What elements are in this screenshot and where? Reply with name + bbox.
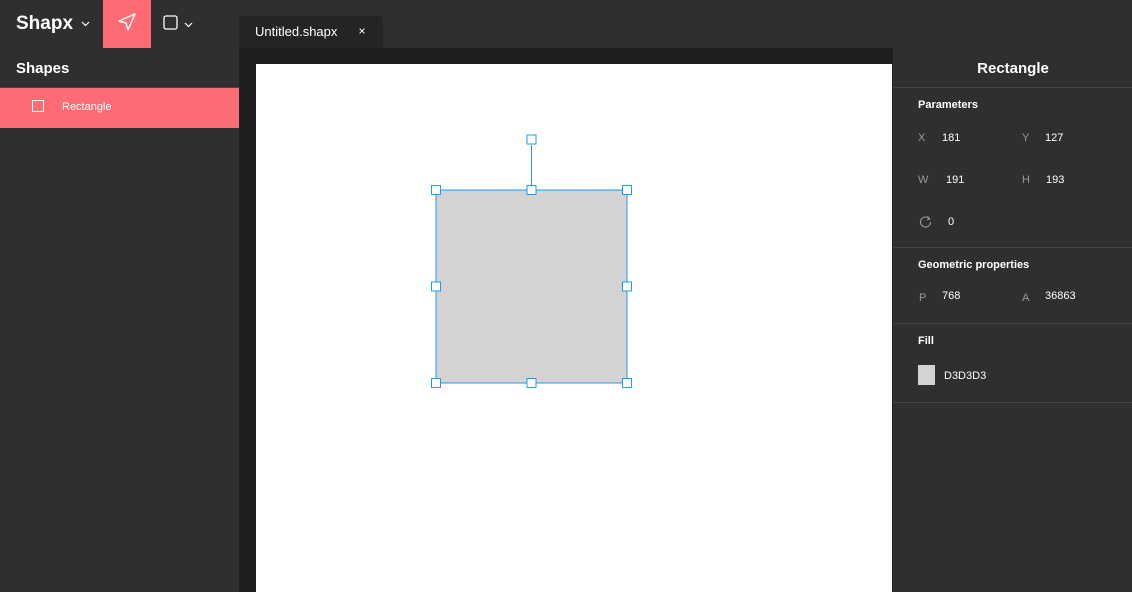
- chevron-down-icon: [184, 22, 193, 28]
- rotate-icon: [919, 215, 932, 233]
- area-value: 36863: [1045, 290, 1076, 302]
- tab-label: Untitled.shapx: [255, 24, 338, 39]
- square-icon: [32, 100, 44, 112]
- resize-handle-ne[interactable]: [622, 185, 632, 195]
- resize-handle-nw[interactable]: [431, 185, 441, 195]
- square-icon: [163, 15, 178, 35]
- resize-handle-n[interactable]: [526, 185, 537, 195]
- rotation-handle[interactable]: [526, 134, 537, 145]
- resize-handle-s[interactable]: [526, 378, 537, 388]
- properties-panel: Rectangle Parameters X 181 Y 127 W 191 H…: [892, 48, 1132, 592]
- shape-list-item[interactable]: Rectangle: [0, 88, 239, 128]
- area-label: A: [1022, 292, 1030, 304]
- canvas-area: [240, 48, 892, 592]
- shapes-panel: Shapes Rectangle: [0, 48, 240, 592]
- fill-title: Fill: [918, 335, 934, 347]
- top-bar: Shapx Untitled.shapx ×: [0, 0, 1132, 48]
- divider: [893, 247, 1132, 248]
- perimeter-value: 768: [942, 290, 961, 302]
- y-label: Y: [1022, 132, 1030, 144]
- close-icon[interactable]: ×: [356, 24, 368, 38]
- properties-title: Rectangle: [977, 60, 1049, 77]
- resize-handle-se[interactable]: [622, 378, 632, 388]
- parameters-title: Parameters: [918, 99, 978, 111]
- select-tool-button[interactable]: [103, 0, 151, 48]
- tab-untitled[interactable]: Untitled.shapx ×: [239, 16, 383, 48]
- y-input[interactable]: 127: [1045, 132, 1063, 144]
- x-input[interactable]: 181: [942, 132, 960, 144]
- fill-color-value[interactable]: D3D3D3: [944, 370, 986, 382]
- perimeter-label: P: [919, 292, 927, 304]
- app-menu-button[interactable]: Shapx: [16, 13, 90, 35]
- shapes-panel-title: Shapes: [16, 60, 70, 77]
- shape-list-item-label: Rectangle: [62, 101, 112, 113]
- resize-handle-e[interactable]: [622, 281, 632, 292]
- divider: [893, 402, 1132, 403]
- x-label: X: [918, 132, 926, 144]
- divider: [893, 323, 1132, 324]
- width-input[interactable]: 191: [946, 174, 964, 186]
- shape-tool-button[interactable]: [163, 15, 193, 35]
- height-input[interactable]: 193: [1046, 174, 1064, 186]
- rotation-input[interactable]: 0: [948, 216, 954, 228]
- resize-handle-w[interactable]: [431, 281, 441, 292]
- rectangle-shape[interactable]: [435, 189, 628, 384]
- canvas[interactable]: [256, 64, 892, 592]
- fill-color-swatch[interactable]: [918, 365, 935, 385]
- chevron-down-icon: [81, 21, 90, 27]
- h-label: H: [1022, 174, 1030, 186]
- divider: [893, 87, 1132, 88]
- app-name: Shapx: [16, 13, 74, 34]
- w-label: W: [918, 174, 929, 186]
- cursor-arrow-icon: [117, 12, 137, 37]
- geometric-properties-title: Geometric properties: [918, 259, 1030, 271]
- resize-handle-sw[interactable]: [431, 378, 441, 388]
